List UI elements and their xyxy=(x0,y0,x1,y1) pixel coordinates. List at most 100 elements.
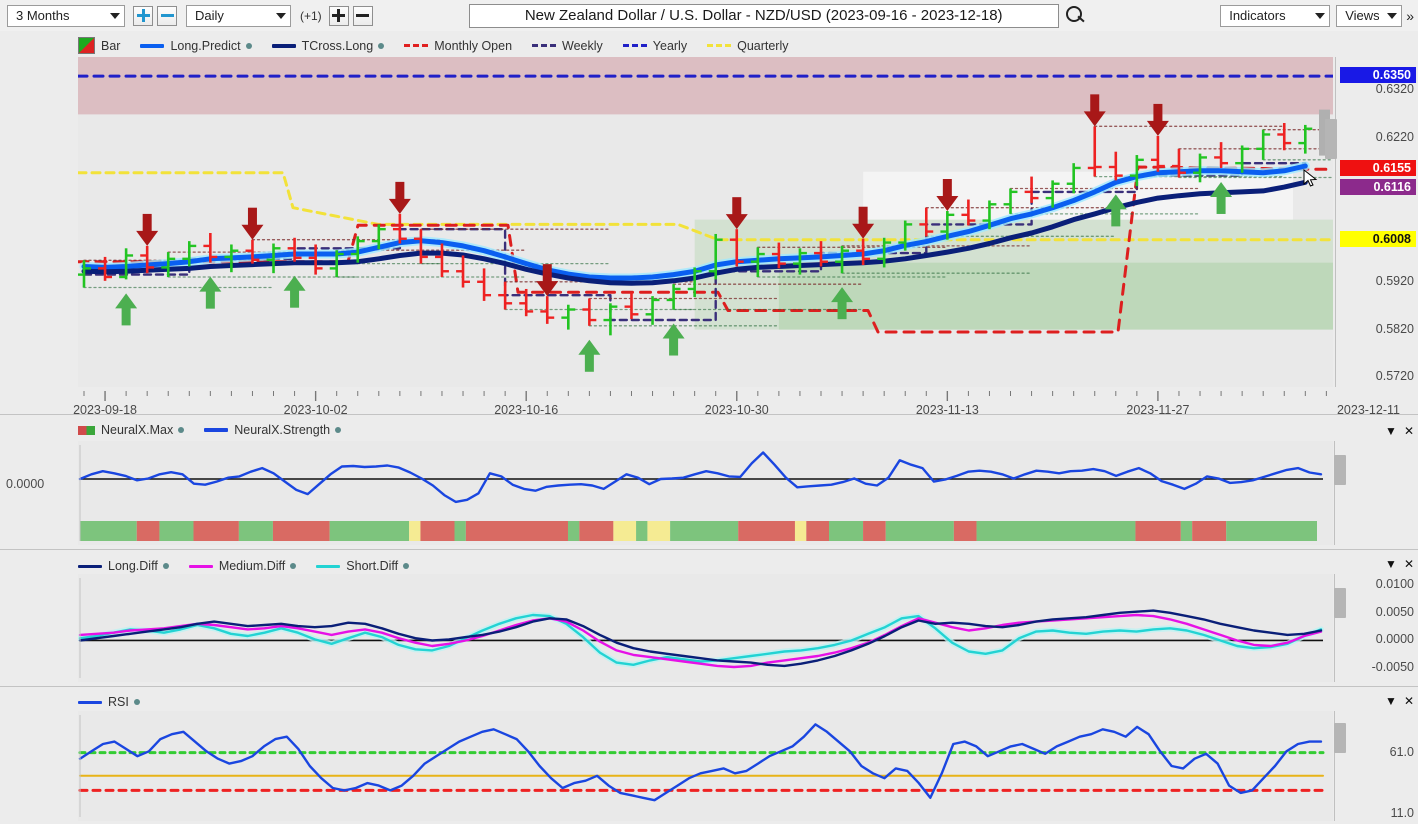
legend-dot-icon[interactable] xyxy=(403,563,410,569)
top-toolbar: 3 Months Daily (+1) New Zealand Dollar /… xyxy=(0,0,1418,32)
diff-panel: Long.Diff Medium.Diff Short.Diff ▼ ✕ 0.0… xyxy=(0,549,1418,686)
offset-increase-button[interactable] xyxy=(328,5,349,26)
legend-item-yearly[interactable]: Yearly xyxy=(622,38,688,53)
legend-item-quarterly[interactable]: Quarterly xyxy=(707,38,789,53)
price-x-axis: 2023-09-18 2023-10-02 2023-10-16 2023-10-30… xyxy=(0,391,1400,417)
toolbar-overflow-button[interactable]: » xyxy=(1406,8,1414,24)
toolbar-right-group: Indicators Views » xyxy=(1220,4,1418,27)
legend-label: Weekly xyxy=(562,38,603,53)
legend-dot-icon[interactable] xyxy=(133,699,140,705)
price-chart-svg xyxy=(78,57,1333,387)
price-y-label: 0.6320 xyxy=(1375,82,1414,97)
rsi-legend: RSI xyxy=(78,695,160,709)
minus-icon xyxy=(160,14,174,17)
offset-decrease-button[interactable] xyxy=(352,5,373,26)
legend-dot-icon[interactable] xyxy=(290,563,297,569)
line-swatch-icon xyxy=(78,700,102,704)
chevron-down-icon xyxy=(1387,12,1398,19)
legend-item-rsi[interactable]: RSI xyxy=(78,695,140,709)
diff-y-label: 0.0050 xyxy=(1375,604,1414,619)
offset-label: (+1) xyxy=(300,8,322,23)
legend-label: NeuralX.Max xyxy=(101,423,174,437)
legend-label: RSI xyxy=(108,695,129,709)
diff-y-axis: 0.0100 0.0050 0.0000 -0.0050 xyxy=(1336,566,1418,686)
chevron-down-icon[interactable]: ▼ xyxy=(1385,424,1397,438)
legend-dot-icon[interactable] xyxy=(245,42,252,49)
legend-item-monthly-open[interactable]: Monthly Open xyxy=(404,39,512,53)
legend-item-long-predict[interactable]: Long.Predict xyxy=(140,38,252,53)
symbol-input[interactable]: New Zealand Dollar / U.S. Dollar - NZD/U… xyxy=(468,3,1059,28)
rsi-panel: RSI ▼ ✕ 61.0 11.0 xyxy=(0,686,1418,824)
diff-legend: Long.Diff Medium.Diff Short.Diff xyxy=(78,559,429,573)
rsi-plot-area[interactable] xyxy=(78,711,1333,821)
dash-swatch-icon xyxy=(532,44,557,47)
range-select[interactable]: 3 Months xyxy=(7,4,125,27)
plus-icon xyxy=(136,9,150,22)
neuralx-legend: NeuralX.Max NeuralX.Strength xyxy=(78,423,361,437)
neuralx-chart-svg xyxy=(78,441,1333,545)
legend-dot-icon[interactable] xyxy=(178,427,185,433)
legend-dot-icon[interactable] xyxy=(335,427,342,433)
interval-select[interactable]: Daily xyxy=(186,4,291,27)
legend-item-medium-diff[interactable]: Medium.Diff xyxy=(188,559,297,573)
dash-swatch-icon xyxy=(404,44,429,47)
minus-icon xyxy=(356,14,370,17)
line-swatch-icon xyxy=(140,43,165,48)
legend-label: Quarterly xyxy=(737,38,789,53)
diff-plot-area[interactable] xyxy=(78,574,1333,682)
neuralx-plot-area[interactable] xyxy=(78,441,1333,545)
price-y-axis: 0.6320 0.6220 0.5920 0.5820 0.5720 0.6350 0.6… xyxy=(1325,57,1418,413)
neuralx-scroll-thumb[interactable] xyxy=(1334,455,1346,485)
diff-y-label: 0.0100 xyxy=(1375,577,1414,592)
views-select[interactable]: Views xyxy=(1336,4,1403,27)
symbol-input-value: New Zealand Dollar / U.S. Dollar - NZD/U… xyxy=(524,7,1003,24)
diff-chart-svg xyxy=(78,574,1333,682)
legend-item-short-diff[interactable]: Short.Diff xyxy=(316,559,410,573)
legend-item-neuralx-max[interactable]: NeuralX.Max xyxy=(78,423,185,437)
price-tag: 0.6116 xyxy=(1340,179,1416,196)
legend-label: Medium.Diff xyxy=(218,559,286,573)
interval-select-value: Daily xyxy=(195,8,224,23)
price-y-label: 0.5720 xyxy=(1375,369,1414,384)
price-y-label: 0.5820 xyxy=(1375,321,1414,336)
views-select-value: Views xyxy=(1345,8,1380,23)
price-y-label: 0.5920 xyxy=(1375,273,1414,288)
range-select-value: 3 Months xyxy=(16,8,70,23)
price-tag: 0.6155 xyxy=(1340,160,1416,177)
legend-label: Bar xyxy=(101,38,121,53)
legend-label: NeuralX.Strength xyxy=(234,423,331,437)
range-decrease-button[interactable] xyxy=(157,5,177,26)
legend-item-tcross-long[interactable]: TCross.Long xyxy=(271,38,385,53)
chevron-down-icon xyxy=(1315,12,1326,19)
line-swatch-icon xyxy=(316,564,341,568)
bar-swatch-icon xyxy=(78,37,95,54)
diff-y-label: -0.0050 xyxy=(1371,660,1414,675)
legend-dot-icon[interactable] xyxy=(162,563,169,569)
legend-label: TCross.Long xyxy=(301,38,374,53)
dash-swatch-icon xyxy=(707,44,732,47)
price-scroll-thumb[interactable] xyxy=(1325,119,1337,159)
neuralx-zero-label: 0.0000 xyxy=(6,477,45,491)
legend-label: Short.Diff xyxy=(346,559,399,573)
close-icon[interactable]: ✕ xyxy=(1404,424,1414,438)
legend-item-neuralx-strength[interactable]: NeuralX.Strength xyxy=(204,423,342,437)
trading-chart-app: 3 Months Daily (+1) New Zealand Dollar /… xyxy=(0,0,1418,824)
chevron-down-icon xyxy=(276,12,286,19)
legend-item-long-diff[interactable]: Long.Diff xyxy=(78,559,169,573)
range-increase-button[interactable] xyxy=(133,5,153,26)
price-plot-area[interactable] xyxy=(78,57,1333,387)
indicators-select[interactable]: Indicators xyxy=(1220,4,1331,27)
rsi-y-label: 61.0 xyxy=(1389,744,1414,759)
price-tag: 0.6008 xyxy=(1340,230,1416,247)
chevron-down-icon xyxy=(110,12,120,19)
legend-item-bar[interactable]: Bar xyxy=(78,37,120,54)
legend-label: Long.Predict xyxy=(170,38,241,53)
search-icon[interactable] xyxy=(1065,5,1086,26)
neuralx-panel: NeuralX.Max NeuralX.Strength ▼ ✕ 0.0000 xyxy=(0,414,1418,549)
legend-dot-icon[interactable] xyxy=(378,42,385,49)
neuralx-swatch-icon xyxy=(78,425,95,435)
legend-item-weekly[interactable]: Weekly xyxy=(532,39,603,53)
price-legend: Bar Long.Predict TCross.Long Monthly Ope… xyxy=(78,37,809,54)
legend-label: Yearly xyxy=(652,38,688,53)
line-swatch-icon xyxy=(188,564,213,568)
